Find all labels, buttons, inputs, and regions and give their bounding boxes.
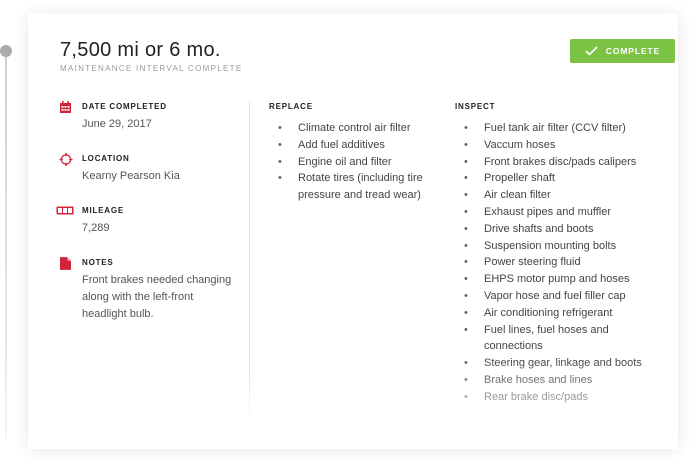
interval-subtitle: MAINTENANCE INTERVAL COMPLETE	[60, 64, 243, 73]
replace-heading: REPLACE	[269, 102, 313, 111]
odometer-icon	[56, 206, 74, 215]
complete-status-button[interactable]: COMPLETE	[570, 39, 675, 63]
list-item: Rotate tires (including tire pressure an…	[278, 170, 428, 204]
detail-mileage: MILEAGE 7,289	[56, 205, 239, 237]
list-item: Air clean filter	[464, 187, 644, 204]
replace-list: Climate control air filter Add fuel addi…	[278, 120, 428, 204]
list-item: Front brakes disc/pads calipers	[464, 154, 644, 171]
detail-location: LOCATION Kearny Pearson Kia	[59, 153, 239, 185]
notes-value: Front brakes needed changing along with …	[82, 274, 232, 320]
inspect-list: Fuel tank air filter (CCV filter) Vaccum…	[464, 120, 644, 406]
location-target-icon	[59, 153, 73, 166]
list-item: Power steering fluid	[464, 254, 644, 271]
list-item: Climate control air filter	[278, 120, 428, 137]
document-icon	[60, 257, 71, 270]
interval-title: 7,500 mi or 6 mo.	[60, 39, 221, 61]
column-divider	[249, 102, 250, 412]
maintenance-interval-card: 7,500 mi or 6 mo. MAINTENANCE INTERVAL C…	[28, 13, 678, 449]
list-item: Air conditioning refrigerant	[464, 305, 644, 322]
checkmark-icon	[585, 46, 598, 56]
list-item: Engine oil and filter	[278, 154, 428, 171]
mileage-label: MILEAGE	[82, 206, 125, 215]
inspect-heading: INSPECT	[455, 102, 496, 111]
detail-date-completed: DATE COMPLETED June 29, 2017	[59, 101, 239, 133]
list-item: Suspension mounting bolts	[464, 238, 644, 255]
location-value: Kearny Pearson Kia	[82, 170, 180, 182]
list-item: Exhaust pipes and muffler	[464, 204, 644, 221]
complete-label: COMPLETE	[605, 46, 661, 56]
timeline-line	[5, 48, 7, 440]
list-item: EHPS motor pump and hoses	[464, 271, 644, 288]
list-item: Drive shafts and boots	[464, 221, 644, 238]
list-item: Brake hoses and lines	[464, 372, 644, 389]
list-item: Vapor hose and fuel filler cap	[464, 288, 644, 305]
timeline-dot	[0, 45, 12, 57]
interval-details: DATE COMPLETED June 29, 2017 LOCATION Ke…	[56, 101, 239, 343]
notes-label: NOTES	[82, 258, 114, 267]
list-item: Add fuel additives	[278, 137, 428, 154]
mileage-value: 7,289	[82, 222, 110, 234]
list-item: Propeller shaft	[464, 170, 644, 187]
detail-notes: NOTES Front brakes needed changing along…	[59, 257, 239, 323]
date-completed-value: June 29, 2017	[82, 118, 152, 130]
date-completed-label: DATE COMPLETED	[82, 102, 167, 111]
list-item: Vaccum hoses	[464, 137, 644, 154]
list-item: Rear brake disc/pads	[464, 389, 644, 406]
location-label: LOCATION	[82, 154, 130, 163]
calendar-icon	[60, 101, 71, 113]
list-item: Fuel lines, fuel hoses and connections	[464, 322, 644, 356]
list-item: Steering gear, linkage and boots	[464, 355, 644, 372]
list-item: Fuel tank air filter (CCV filter)	[464, 120, 644, 137]
